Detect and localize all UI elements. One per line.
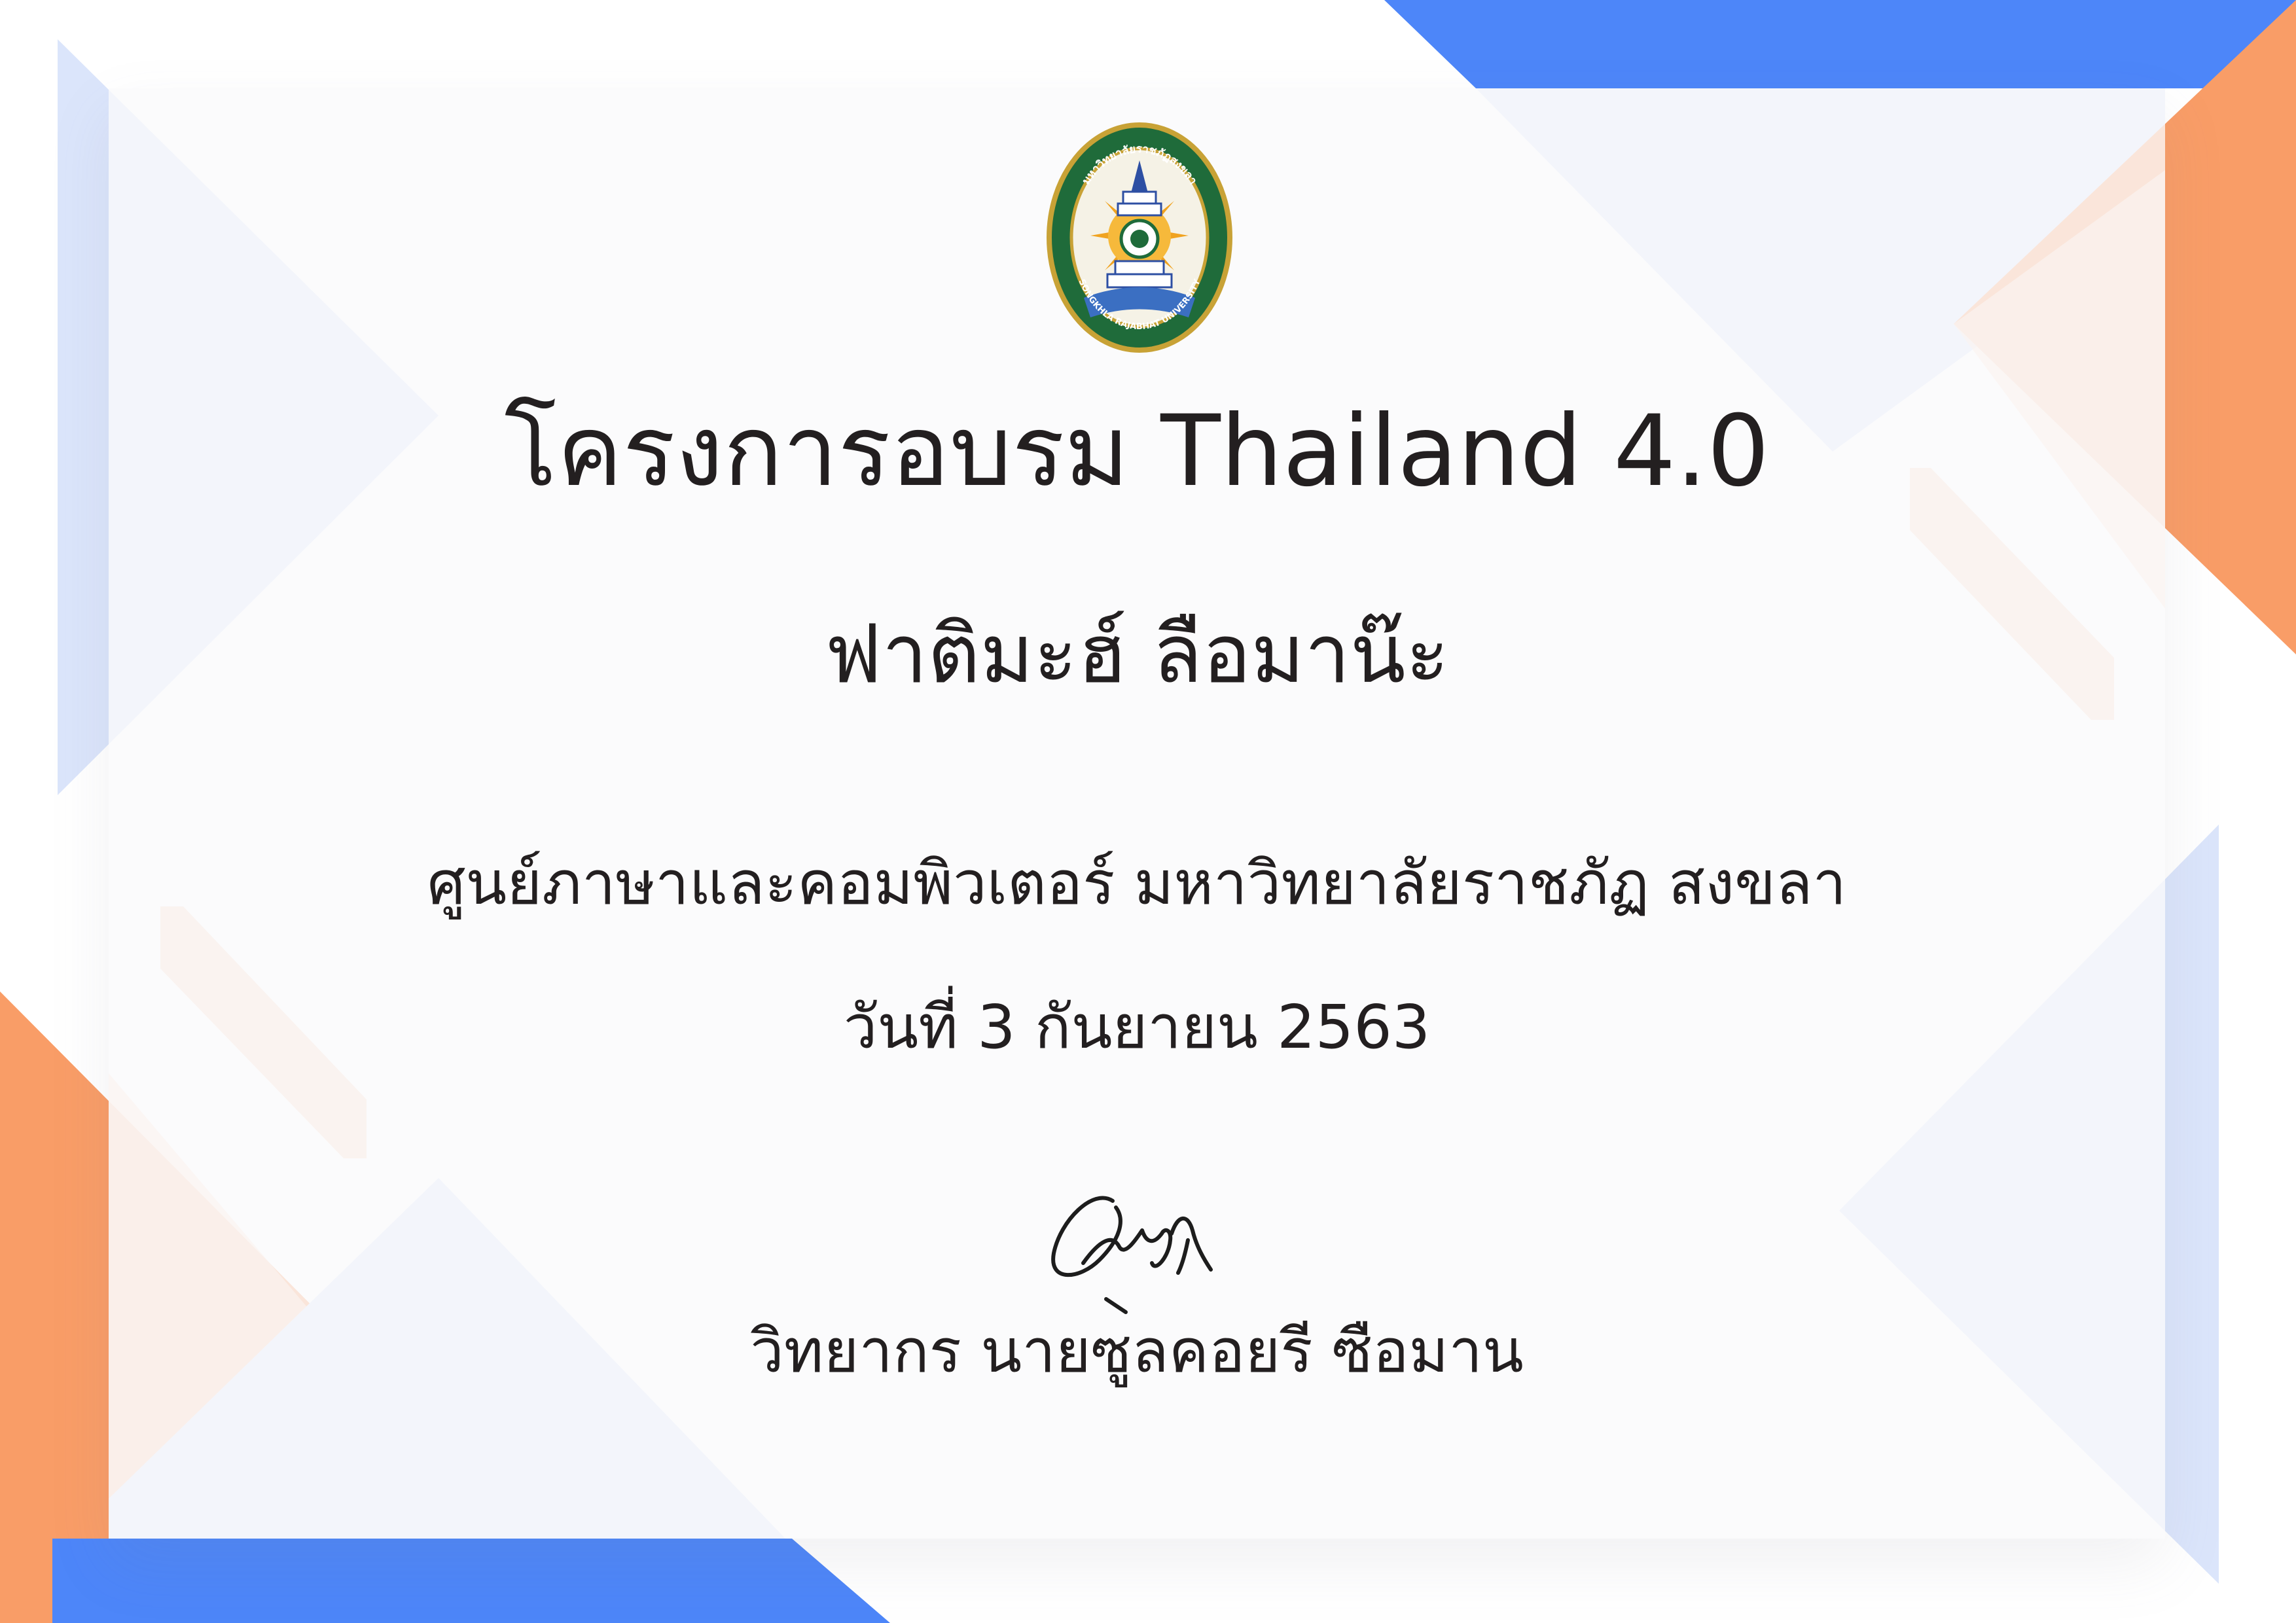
issue-date: วันที่ 3 กันยายน 2563: [843, 992, 1431, 1062]
organization-name: ศูนย์ภาษาและคอมพิวเตอร์ มหาวิทยาลัยราชภั…: [427, 848, 1847, 918]
blue-triangle-bottom: [52, 1539, 890, 1623]
handwritten-signature-icon: [1051, 1196, 1213, 1314]
university-seal-icon: มหาวิทยาลัยราชภัฏสงขลา SONGKHLA RAJABHAT…: [1047, 122, 1232, 353]
certificate-title: โครงการอบรม Thailand 4.0: [504, 395, 1770, 508]
recipient-name: ฟาติมะฮ์ ลือมาน๊ะ: [824, 607, 1450, 702]
blue-triangle-top-right: [1384, 0, 2296, 88]
lecturer-line: วิทยากร นายซูลคอยรี ซือมาน: [750, 1316, 1524, 1386]
blue-strip-bottom-left: [52, 1539, 109, 1623]
